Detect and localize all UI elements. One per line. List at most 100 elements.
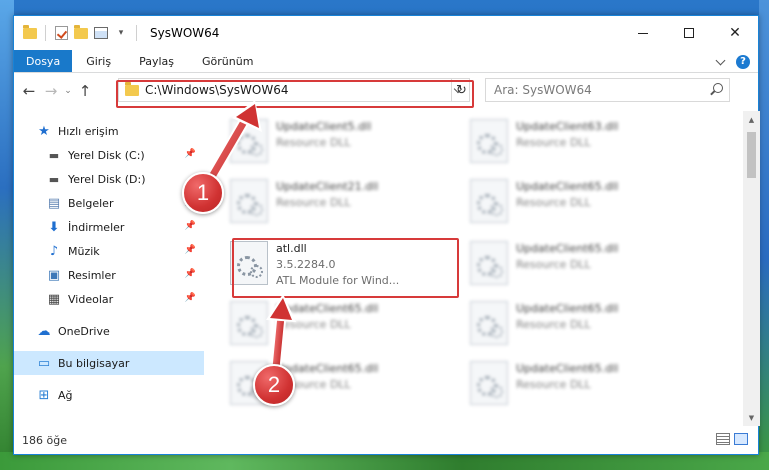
dll-file-icon (470, 119, 508, 163)
file-name: UpdateClient65.dll (516, 302, 619, 315)
file-tile[interactable]: UpdateClient5.dll Resource DLL (226, 113, 456, 171)
step-1-badge: 1 (182, 172, 224, 214)
expand-ribbon-icon[interactable] (715, 55, 726, 65)
up-button[interactable]: ↑ (74, 79, 96, 103)
new-folder-icon[interactable] (73, 24, 89, 41)
back-button[interactable]: ← (18, 79, 40, 103)
tab-home[interactable]: Giriş (72, 50, 125, 72)
details-view-icon[interactable] (716, 433, 730, 445)
close-button[interactable]: ✕ (712, 16, 758, 50)
file-tile[interactable]: UpdateClient21.dll Resource DLL (226, 173, 456, 231)
sidebar-item-downloads[interactable]: ⬇ İndirmeler 📌 (14, 215, 204, 239)
file-tile[interactable]: UpdateClient65.dll Resource DLL (466, 295, 696, 353)
tiles-view-icon[interactable] (734, 433, 748, 445)
scroll-thumb[interactable] (747, 132, 756, 178)
sidebar-item-pictures[interactable]: ▣ Resimler 📌 (14, 263, 204, 287)
folder-icon (22, 24, 38, 41)
explorer-window: ▾ SysWOW64 ✕ Dosya Giriş Paylaş Görünüm … (13, 15, 760, 455)
documents-icon: ▤ (47, 195, 61, 211)
minimize-button[interactable] (620, 16, 666, 50)
sidebar-item-label: Videolar (68, 292, 114, 306)
sidebar-item-label: Yerel Disk (D:) (68, 172, 146, 186)
file-name: UpdateClient65.dll (276, 302, 379, 315)
file-tile[interactable]: UpdateClient63.dll Resource DLL (466, 113, 696, 171)
view-buttons (716, 433, 748, 445)
pin-icon[interactable]: 📌 (185, 149, 196, 159)
sidebar-item-this-pc[interactable]: ▭ Bu bilgisayar (14, 351, 204, 375)
tab-file[interactable]: Dosya (14, 50, 73, 72)
computer-icon: ▭ (37, 355, 51, 371)
sidebar-item-label: Bu bilgisayar (58, 356, 130, 370)
pin-icon[interactable]: 📌 (185, 221, 196, 231)
desktop-background-right (759, 0, 769, 470)
file-type: Resource DLL (276, 318, 351, 331)
pin-icon[interactable]: 📌 (185, 269, 196, 279)
properties-check-icon[interactable] (53, 25, 69, 41)
search-placeholder: Ara: SysWOW64 (494, 83, 592, 97)
scroll-down-icon[interactable]: ▼ (743, 409, 760, 426)
file-tile[interactable]: UpdateClient65.dll Resource DLL (226, 295, 456, 353)
qat-dropdown-icon[interactable]: ▾ (113, 25, 129, 41)
file-name: UpdateClient65.dll (516, 242, 619, 255)
vertical-scrollbar[interactable]: ▲ ▼ (743, 111, 760, 426)
file-type: Resource DLL (516, 318, 591, 331)
pin-icon[interactable]: 📌 (185, 245, 196, 255)
search-icon (713, 83, 723, 93)
file-tile[interactable]: UpdateClient65.dll Resource DLL (466, 235, 696, 293)
sidebar-item-label: OneDrive (58, 324, 110, 338)
tab-share[interactable]: Paylaş (125, 50, 188, 72)
step-2-badge: 2 (253, 364, 295, 406)
sidebar-item-music[interactable]: ♪ Müzik 📌 (14, 239, 204, 263)
search-input[interactable]: Ara: SysWOW64 (485, 78, 730, 102)
cloud-icon: ☁ (37, 323, 51, 339)
sidebar-item-label: Belgeler (68, 196, 114, 210)
sidebar-item-label: Hızlı erişim (58, 124, 119, 138)
file-tile[interactable]: UpdateClient65.dll Resource DLL (466, 173, 696, 231)
divider (136, 25, 137, 41)
file-name: UpdateClient65.dll (516, 180, 619, 193)
ribbon-right-controls: ? (715, 50, 750, 73)
ribbon-tabs: Dosya Giriş Paylaş Görünüm ? (14, 50, 758, 73)
sidebar-item-local-disk-c[interactable]: ▬ Yerel Disk (C:) 📌 (14, 143, 204, 167)
sidebar-item-label: Ağ (58, 388, 73, 402)
dll-file-icon (230, 119, 268, 163)
help-icon[interactable]: ? (736, 54, 750, 69)
music-icon: ♪ (49, 243, 59, 259)
file-name: UpdateClient63.dll (516, 120, 619, 133)
sidebar-item-label: İndirmeler (68, 220, 125, 234)
recent-locations-button[interactable]: ⌄ (62, 79, 74, 103)
file-type: Resource DLL (516, 378, 591, 391)
sidebar-item-quick-access[interactable]: ★ Hızlı erişim (14, 119, 204, 143)
sidebar-item-network[interactable]: ⊞ Ağ (14, 383, 204, 407)
maximize-icon (684, 28, 694, 38)
quick-access-toolbar: ▾ (14, 24, 140, 41)
status-bar: 186 öğe (14, 426, 760, 454)
sidebar-item-label: Müzik (68, 244, 100, 258)
address-highlight-box (116, 80, 474, 108)
drive-icon: ▬ (48, 148, 60, 162)
file-highlight-box (232, 238, 459, 298)
window-controls: ✕ (620, 16, 758, 50)
forward-button[interactable]: → (40, 79, 62, 103)
sidebar-item-onedrive[interactable]: ☁ OneDrive (14, 319, 204, 343)
pictures-icon: ▣ (47, 267, 61, 283)
file-type: Resource DLL (516, 196, 591, 209)
divider (45, 25, 46, 41)
scroll-up-icon[interactable]: ▲ (743, 111, 760, 128)
pin-icon[interactable]: 📌 (185, 293, 196, 303)
tab-view[interactable]: Görünüm (188, 50, 267, 72)
file-name: UpdateClient65.dll (516, 362, 619, 375)
sidebar-item-local-disk-d[interactable]: ▬ Yerel Disk (D:) (14, 167, 204, 191)
navigation-pane: ★ Hızlı erişim ▬ Yerel Disk (C:) 📌 ▬ Yer… (14, 111, 204, 426)
sidebar-item-documents[interactable]: ▤ Belgeler 📌 (14, 191, 204, 215)
sidebar-item-label: Resimler (68, 268, 116, 282)
view-toggle-icon[interactable] (93, 25, 109, 41)
dll-file-icon (470, 241, 508, 285)
sidebar-item-videos[interactable]: ▦ Videolar 📌 (14, 287, 204, 311)
file-tile[interactable]: UpdateClient65.dll Resource DLL (466, 355, 696, 413)
file-type: Resource DLL (276, 196, 351, 209)
maximize-button[interactable] (666, 16, 712, 50)
